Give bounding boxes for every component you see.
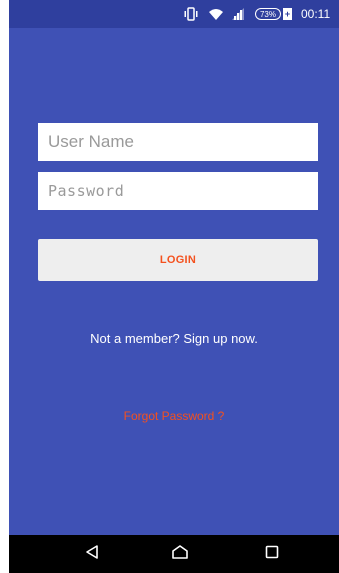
password-input[interactable] [38, 172, 318, 210]
home-button[interactable] [150, 535, 210, 573]
forgot-password-link[interactable]: Forgot Password ? [9, 409, 339, 423]
recents-icon [265, 545, 279, 564]
home-icon [171, 544, 189, 565]
navigation-bar [9, 535, 339, 573]
back-icon [84, 544, 100, 565]
phone-screen: 73% + 00:11 LOGIN Not a member? Sign up … [9, 0, 339, 573]
status-bar: 73% + 00:11 [9, 0, 339, 28]
username-input[interactable] [38, 123, 318, 161]
battery-percent: 73% [255, 8, 281, 20]
login-button[interactable]: LOGIN [38, 239, 318, 281]
vibrate-icon [183, 0, 199, 28]
signup-link[interactable]: Not a member? Sign up now. [9, 331, 339, 346]
login-screen: LOGIN Not a member? Sign up now. Forgot … [9, 28, 339, 535]
recents-button[interactable] [242, 535, 302, 573]
back-button[interactable] [62, 535, 122, 573]
battery-icon: 73% + [255, 0, 292, 28]
status-time: 00:11 [301, 7, 331, 21]
signal-icon [231, 0, 245, 28]
wifi-icon [208, 0, 224, 28]
charging-icon: + [283, 8, 292, 20]
